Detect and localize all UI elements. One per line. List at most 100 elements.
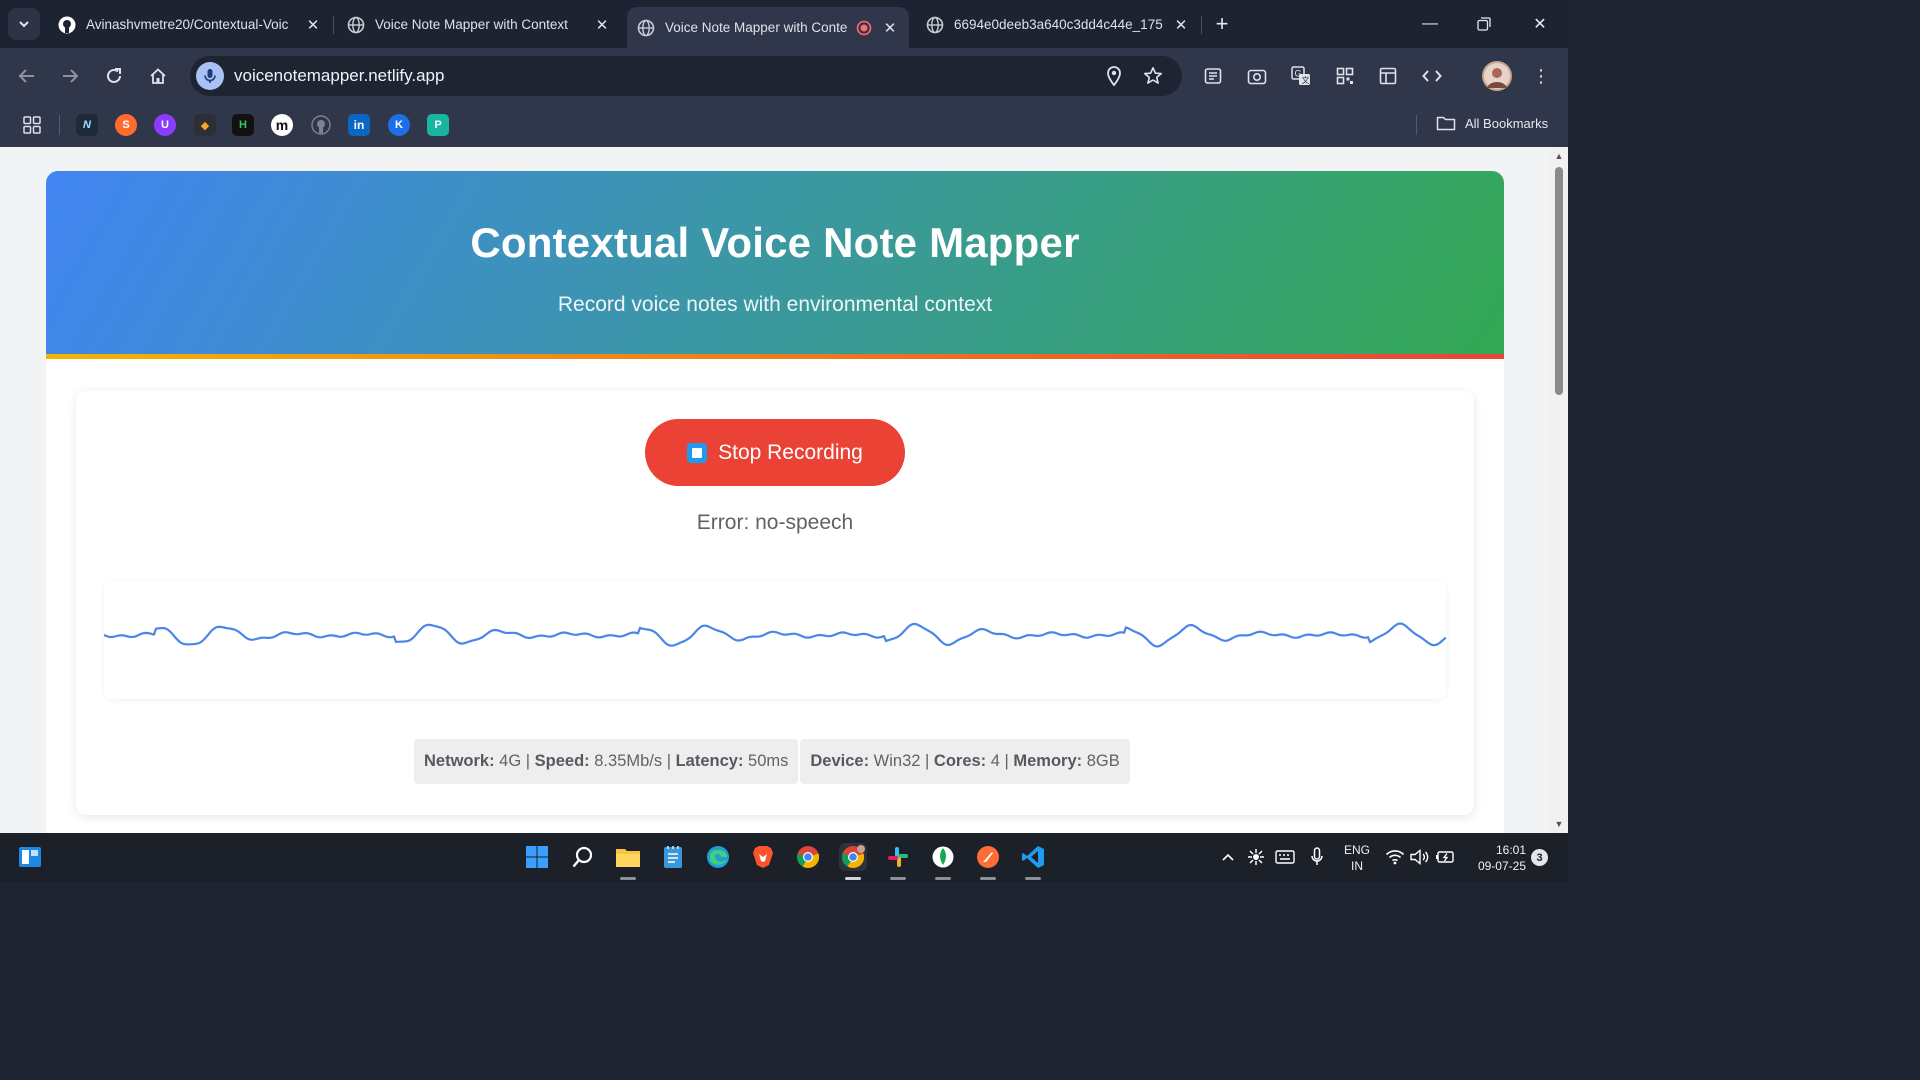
chevron-up-icon[interactable]: [1218, 843, 1238, 871]
notification-badge[interactable]: 3: [1531, 849, 1548, 866]
menu-button[interactable]: ⋮: [1526, 61, 1556, 91]
bluetooth-devices-icon[interactable]: [1245, 843, 1267, 871]
latency-value: 50ms: [743, 752, 789, 770]
forward-button[interactable]: [55, 61, 85, 91]
arrow-right-icon: [63, 69, 79, 83]
bookmark-linkedin-icon[interactable]: in: [348, 114, 370, 136]
address-bar[interactable]: voicenotemapper.netlify.app: [190, 56, 1182, 96]
vscode-icon[interactable]: [1019, 843, 1047, 871]
side-panel-button[interactable]: [1373, 61, 1403, 91]
start-icon[interactable]: [523, 843, 551, 871]
bookmark-medium-icon[interactable]: m: [271, 114, 293, 136]
back-button[interactable]: [12, 61, 42, 91]
device-value: Win32 |: [869, 752, 934, 770]
bookmark-hackerrank-icon[interactable]: H: [232, 114, 254, 136]
chrome-icon[interactable]: [794, 843, 822, 871]
bookmark-star-icon[interactable]: [1141, 64, 1165, 88]
devtools-button[interactable]: [1417, 61, 1447, 91]
running-indicator: [980, 877, 996, 880]
avatar-icon: [1484, 63, 1510, 89]
memory-value: 8GB: [1082, 752, 1120, 770]
widgets-icon[interactable]: [16, 843, 44, 871]
all-bookmarks-button[interactable]: All Bookmarks: [1436, 115, 1548, 131]
waveform-visualizer: [103, 581, 1447, 699]
tab-github[interactable]: Avinashvmetre20/Contextual-Voic ✕: [48, 7, 332, 42]
microphone-icon[interactable]: [196, 62, 224, 90]
location-icon[interactable]: [1102, 64, 1126, 88]
apps-grid-icon[interactable]: [21, 114, 43, 136]
keyboard-icon[interactable]: [1273, 843, 1297, 871]
search-icon[interactable]: [569, 843, 597, 871]
tab-file[interactable]: 6694e0deeb3a640c3dd4c44e_175 ✕: [916, 7, 1200, 42]
network-info-chip: Network: 4G | Speed: 8.35Mb/s | Latency:…: [414, 739, 799, 784]
bookmark-n-icon[interactable]: N: [76, 114, 98, 136]
tab-strip: Avinashvmetre20/Contextual-Voic ✕ Voice …: [0, 0, 1568, 48]
context-info: Network: 4G | Speed: 8.35Mb/s | Latency:…: [414, 739, 1130, 784]
folder-icon: [1436, 116, 1456, 131]
region-code: IN: [1351, 859, 1363, 873]
home-button[interactable]: [143, 61, 173, 91]
close-tab-icon[interactable]: ✕: [304, 16, 322, 34]
github-icon: [58, 16, 76, 34]
microphone-tray-icon[interactable]: [1306, 843, 1328, 871]
bookmark-p-icon[interactable]: P: [427, 114, 449, 136]
file-explorer-icon[interactable]: [614, 843, 642, 871]
postman-icon[interactable]: [974, 843, 1002, 871]
vertical-scrollbar[interactable]: ▲ ▼: [1550, 147, 1568, 833]
restore-button[interactable]: [1466, 10, 1502, 38]
qr-code-button[interactable]: [1330, 61, 1360, 91]
new-tab-button[interactable]: +: [1208, 10, 1236, 38]
running-indicator: [845, 877, 861, 880]
record-button-label: Stop Recording: [718, 440, 863, 464]
bookmark-k-icon[interactable]: K: [388, 114, 410, 136]
layout-icon: [1379, 67, 1397, 85]
globe-icon: [637, 19, 655, 37]
bookmark-divider: [59, 115, 60, 135]
close-window-button[interactable]: ✕: [1522, 10, 1558, 38]
bookmark-u-icon[interactable]: U: [154, 114, 176, 136]
stop-recording-button[interactable]: Stop Recording: [645, 419, 905, 486]
edge-icon[interactable]: [704, 843, 732, 871]
tab-voice-note-mapper-active[interactable]: Voice Note Mapper with Conte ✕: [627, 7, 909, 48]
wifi-icon[interactable]: [1383, 843, 1407, 871]
translate-button[interactable]: G文: [1286, 61, 1316, 91]
code-icon: [1422, 70, 1442, 82]
battery-icon[interactable]: [1433, 843, 1457, 871]
app-container: Contextual Voice Note Mapper Record voic…: [46, 171, 1504, 833]
mongodb-icon[interactable]: [929, 843, 957, 871]
running-indicator: [935, 877, 951, 880]
chrome-profile-icon[interactable]: [839, 843, 867, 871]
scroll-up-icon[interactable]: ▲: [1553, 151, 1565, 161]
restore-icon: [1477, 17, 1491, 31]
tab-search-button[interactable]: [8, 8, 40, 40]
notepad-icon[interactable]: [659, 843, 687, 871]
bookmark-s-icon[interactable]: S: [115, 114, 137, 136]
close-tab-icon[interactable]: ✕: [593, 16, 611, 34]
slack-icon[interactable]: [884, 843, 912, 871]
speed-value: 8.35Mb/s |: [589, 752, 676, 770]
all-bookmarks-label: All Bookmarks: [1465, 115, 1549, 131]
svg-text:文: 文: [1302, 75, 1310, 85]
scroll-down-icon[interactable]: ▼: [1553, 819, 1565, 829]
reload-button[interactable]: [99, 61, 129, 91]
bookmark-github-icon[interactable]: [310, 114, 332, 136]
tab-voice-note-mapper[interactable]: Voice Note Mapper with Context ✕: [337, 7, 621, 42]
close-tab-icon[interactable]: ✕: [881, 19, 899, 37]
clock-time: 16:01: [1495, 843, 1526, 857]
cores-label: Cores:: [933, 752, 987, 770]
url-text[interactable]: voicenotemapper.netlify.app: [234, 66, 444, 86]
bookmark-coding-icon[interactable]: ◆: [194, 114, 216, 136]
windows-taskbar: ENG IN 16:01 09-07-25 3: [0, 833, 1568, 882]
screenshot-button[interactable]: [1242, 61, 1272, 91]
clock[interactable]: 16:01 09-07-25: [1466, 842, 1526, 874]
minimize-button[interactable]: —: [1412, 10, 1448, 38]
profile-avatar[interactable]: [1482, 61, 1512, 91]
network-value: 4G |: [494, 752, 535, 770]
scrollbar-thumb[interactable]: [1555, 167, 1563, 395]
brave-icon[interactable]: [749, 843, 777, 871]
volume-icon[interactable]: [1408, 843, 1432, 871]
close-tab-icon[interactable]: ✕: [1172, 16, 1190, 34]
reading-list-button[interactable]: [1198, 61, 1228, 91]
language-indicator[interactable]: ENG IN: [1341, 842, 1373, 874]
network-label: Network:: [424, 752, 495, 770]
